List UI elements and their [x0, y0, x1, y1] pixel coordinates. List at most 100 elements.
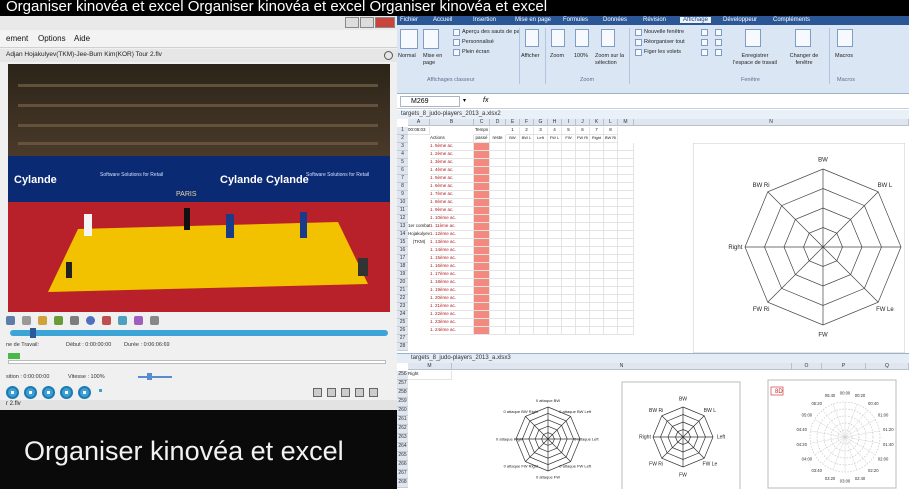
cell-passe	[474, 215, 490, 223]
first-frame-button[interactable]	[6, 386, 19, 399]
menu-item[interactable]: ement	[6, 34, 28, 43]
afficher-label[interactable]: Afficher	[521, 53, 540, 59]
normal-view-icon[interactable]	[400, 29, 418, 49]
tab-accueil[interactable]: Accueil	[433, 17, 452, 23]
custom-views-icon[interactable]	[453, 39, 460, 46]
timeline-cursor[interactable]	[30, 328, 36, 338]
tab-donnees[interactable]: Données	[603, 17, 627, 23]
cursor-tool-icon[interactable]	[22, 316, 31, 325]
save-video-icon[interactable]	[313, 388, 322, 397]
normal-label[interactable]: Normal	[398, 53, 416, 59]
prev-frame-button[interactable]	[24, 386, 37, 399]
tab-complements[interactable]: Compléments	[773, 17, 810, 23]
tab-formules[interactable]: Formules	[563, 17, 588, 23]
arrange-all-icon[interactable]	[635, 39, 642, 46]
sync-scroll-icon[interactable]	[715, 39, 722, 46]
pencil-tool-icon[interactable]	[54, 316, 63, 325]
last-frame-button[interactable]	[78, 386, 91, 399]
next-frame-button[interactable]	[60, 386, 73, 399]
reorganiser-label[interactable]: Réorganiser tout	[644, 39, 685, 45]
changer-label[interactable]: Changer de fenêtre	[785, 53, 823, 67]
worksheet-grid-2[interactable]: M N O P Q 256 257 258 259 260 261 262 263 264 265 266 26…	[397, 363, 909, 489]
cell-empty	[576, 303, 590, 311]
tab-mise-en-page[interactable]: Mise en page	[515, 17, 551, 23]
line-tool-icon[interactable]	[70, 316, 79, 325]
text-tool-icon[interactable]	[38, 316, 47, 325]
fx-label[interactable]: fx	[483, 97, 488, 104]
cell-action-name: 1. 13ème ac.	[430, 239, 474, 247]
speed-track[interactable]	[8, 360, 386, 364]
snapshot-icon[interactable]	[327, 388, 336, 397]
save-workspace-icon[interactable]	[745, 29, 761, 47]
ribbon-separator	[829, 28, 830, 84]
cell-empty	[562, 255, 576, 263]
nouvelle-fenetre-label[interactable]: Nouvelle fenêtre	[644, 29, 684, 35]
hide-icon[interactable]	[701, 39, 708, 46]
cell-empty	[576, 143, 590, 151]
new-window-icon[interactable]	[635, 29, 642, 36]
split-icon[interactable]	[701, 29, 708, 36]
cell-empty	[618, 175, 634, 183]
cell-empty	[618, 199, 634, 207]
unhide-icon[interactable]	[701, 49, 708, 56]
tab-affichage[interactable]: Affichage	[680, 17, 711, 23]
file-tab[interactable]: Adjan Hojakulyev(TKM)-Jee-Bum Kim(KOR) T…	[0, 49, 397, 62]
maximize-button[interactable]	[360, 17, 374, 28]
zoom-selection-label[interactable]: Zoom sur la sélection	[595, 53, 625, 67]
zoom-selection-icon[interactable]	[601, 29, 615, 47]
figer-label[interactable]: Figer les volets	[644, 49, 681, 55]
chevron-down-icon[interactable]: ▾	[463, 97, 466, 104]
fullscreen-view-icon[interactable]	[453, 49, 460, 56]
hand-tool-icon[interactable]	[6, 316, 15, 325]
speed-slider-knob[interactable]	[147, 373, 152, 380]
personnalise-label[interactable]: Personnalisé	[462, 39, 494, 45]
mise-en-page-label[interactable]: Mise en page	[423, 53, 451, 67]
zoom-label[interactable]: Zoom	[550, 53, 564, 59]
apercu-label[interactable]: Aperçu des sauts de pa	[462, 29, 520, 35]
switch-windows-icon[interactable]	[795, 29, 811, 47]
mirror-icon[interactable]	[355, 388, 364, 397]
enregistrer-label[interactable]: Enregistrer l'espace de travail	[731, 53, 779, 67]
side-by-side-icon[interactable]	[715, 29, 722, 36]
macros-label[interactable]: Macros	[835, 53, 853, 59]
zoom-100-label[interactable]: 100%	[574, 53, 588, 59]
tab-fichier[interactable]: Fichier	[400, 17, 418, 23]
reset-position-icon[interactable]	[715, 49, 722, 56]
tab-revision[interactable]: Révision	[643, 17, 666, 23]
zoom-icon[interactable]	[551, 29, 565, 47]
macros-icon[interactable]	[837, 29, 853, 47]
plein-ecran-label[interactable]: Plein écran	[462, 49, 490, 55]
page-layout-icon[interactable]	[423, 29, 439, 49]
row-header: 17	[397, 255, 408, 263]
arrow-tool-icon[interactable]	[118, 316, 127, 325]
video-player[interactable]: Cylande Software Solutions for Retail Cy…	[8, 64, 390, 312]
zoom-100-icon[interactable]	[575, 29, 589, 47]
grid-icon[interactable]	[341, 388, 350, 397]
timeline-track[interactable]	[10, 330, 388, 336]
plus-tool-icon[interactable]	[102, 316, 111, 325]
magnifier-tool-icon[interactable]	[150, 316, 159, 325]
play-button[interactable]	[42, 386, 55, 399]
menu-item[interactable]: Options	[38, 34, 66, 43]
chrono-tool-icon[interactable]	[134, 316, 143, 325]
speed-slider[interactable]	[138, 376, 172, 378]
cell-empty	[506, 319, 520, 327]
clock-tick-label: 01:40	[883, 442, 894, 447]
page-break-icon[interactable]	[453, 29, 460, 36]
clock-tick-label: 03:40	[811, 468, 822, 473]
tab-insertion[interactable]: Insertion	[473, 17, 496, 23]
show-icon[interactable]	[525, 29, 539, 47]
loop-button[interactable]	[96, 386, 109, 399]
freeze-panes-icon[interactable]	[635, 49, 642, 56]
minimize-button[interactable]	[345, 17, 359, 28]
selection-marker[interactable]	[8, 353, 20, 359]
name-box[interactable]: M269	[400, 96, 460, 107]
close-button[interactable]	[375, 17, 395, 28]
tab-developpeur[interactable]: Développeur	[723, 17, 757, 23]
cell-empty	[506, 303, 520, 311]
worksheet-grid[interactable]: A B C D E F G H I J K L M N 1 2 3 4 5 6 7 8 9 10 11 12 13 14 15 16 17 1…	[397, 119, 909, 353]
close-file-icon[interactable]	[384, 51, 393, 60]
fullscreen-icon[interactable]	[369, 388, 378, 397]
menu-item[interactable]: Aide	[74, 34, 90, 43]
circle-tool-icon[interactable]	[86, 316, 95, 325]
